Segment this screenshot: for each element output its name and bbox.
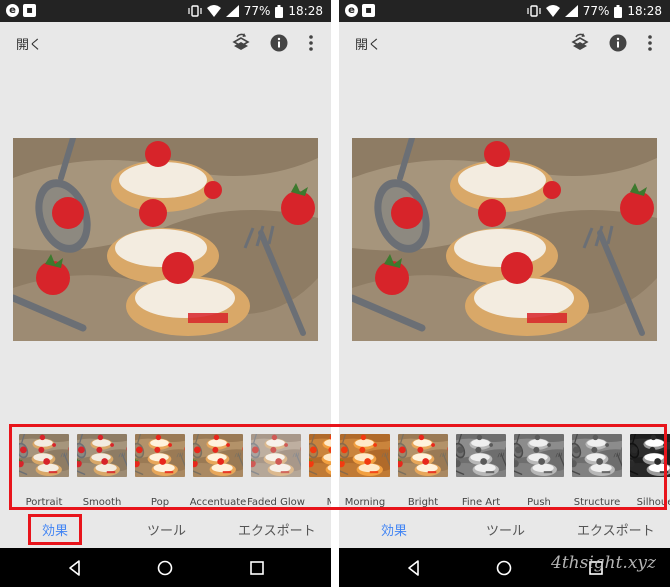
photo-preview: [352, 138, 657, 341]
screen-divider: [331, 0, 339, 587]
wifi-icon: [206, 5, 221, 17]
photo-preview: [13, 138, 318, 341]
filter-thumbnail: [630, 434, 670, 477]
info-icon[interactable]: [269, 33, 289, 53]
back-icon[interactable]: [66, 559, 84, 577]
tab-export[interactable]: エクスポート: [577, 520, 655, 539]
battery-icon: [614, 4, 623, 18]
info-icon[interactable]: [608, 33, 628, 53]
filter-tile[interactable]: Smooth: [77, 434, 127, 507]
back-icon[interactable]: [405, 559, 423, 577]
notification-app-icon: ▪: [23, 4, 36, 17]
home-icon[interactable]: [495, 559, 513, 577]
tab-effects[interactable]: 効果: [381, 520, 407, 539]
open-button[interactable]: 開く: [355, 34, 381, 53]
filter-thumbnail: [309, 434, 331, 477]
left-screen: e ▪ 77% 18:28 開く Portrait Smooth Pop Acc…: [0, 0, 331, 587]
filter-tile[interactable]: Accentuate: [190, 434, 246, 507]
filter-thumbnail: [193, 434, 243, 477]
layers-icon[interactable]: [570, 33, 590, 53]
top-app-bar: 開く: [0, 22, 331, 64]
filter-tile[interactable]: Bright: [398, 434, 448, 507]
filter-tile[interactable]: Fine Art: [456, 434, 506, 507]
tab-tools[interactable]: ツール: [147, 520, 186, 539]
status-time: 18:28: [627, 4, 662, 18]
filter-strip[interactable]: Morning Bright Fine Art Push Structure S…: [339, 427, 670, 507]
layers-icon[interactable]: [231, 33, 251, 53]
filter-strip[interactable]: Portrait Smooth Pop Accentuate Faded Glo…: [0, 427, 331, 507]
top-app-bar: 開く: [339, 22, 670, 64]
more-options-icon[interactable]: [301, 33, 321, 53]
bottom-tabs: 効果 ツール エクスポート: [339, 512, 670, 548]
filter-tile[interactable]: Faded Glow: [247, 434, 305, 507]
status-bar: e ▪ 77% 18:28: [0, 0, 331, 22]
bottom-tabs: 効果 ツール エクスポート: [0, 512, 331, 548]
filter-tile[interactable]: Push: [514, 434, 564, 507]
battery-percent: 77%: [243, 4, 271, 18]
open-button[interactable]: 開く: [16, 34, 42, 53]
filter-thumbnail: [251, 434, 301, 477]
tab-export[interactable]: エクスポート: [238, 520, 316, 539]
tab-effects[interactable]: 効果: [42, 520, 68, 539]
battery-percent: 77%: [582, 4, 610, 18]
filter-label: Mo: [326, 497, 331, 507]
filter-thumbnail: [456, 434, 506, 477]
signal-icon: [564, 5, 578, 17]
watermark: 4thsight.xyz: [551, 553, 656, 573]
filter-tile[interactable]: Portrait: [19, 434, 69, 507]
filter-tile[interactable]: Mo: [309, 434, 331, 507]
right-screen: e ▪ 77% 18:28 開く Morning Bright Fine Art…: [339, 0, 670, 587]
more-options-icon[interactable]: [640, 33, 660, 53]
filter-label: Silhoue: [636, 497, 670, 507]
filter-tile[interactable]: Silhoue: [630, 434, 670, 507]
filter-thumbnail: [398, 434, 448, 477]
vibrate-icon: [188, 4, 202, 18]
filter-tile[interactable]: Pop: [135, 434, 185, 507]
filter-thumbnail: [572, 434, 622, 477]
filter-thumbnail: [19, 434, 69, 477]
notification-e-icon: e: [6, 4, 19, 17]
filter-tile[interactable]: Morning: [340, 434, 390, 507]
vibrate-icon: [527, 4, 541, 18]
recents-icon[interactable]: [248, 559, 266, 577]
filter-thumbnail: [135, 434, 185, 477]
battery-icon: [275, 4, 284, 18]
status-time: 18:28: [288, 4, 323, 18]
filter-thumbnail: [77, 434, 127, 477]
filter-tile[interactable]: Structure: [572, 434, 622, 507]
navigation-bar: [0, 548, 331, 587]
wifi-icon: [545, 5, 560, 17]
filter-thumbnail: [340, 434, 390, 477]
tab-tools[interactable]: ツール: [486, 520, 525, 539]
notification-app-icon: ▪: [362, 4, 375, 17]
notification-e-icon: e: [345, 4, 358, 17]
filter-thumbnail: [514, 434, 564, 477]
signal-icon: [225, 5, 239, 17]
home-icon[interactable]: [156, 559, 174, 577]
status-bar: e ▪ 77% 18:28: [339, 0, 670, 22]
